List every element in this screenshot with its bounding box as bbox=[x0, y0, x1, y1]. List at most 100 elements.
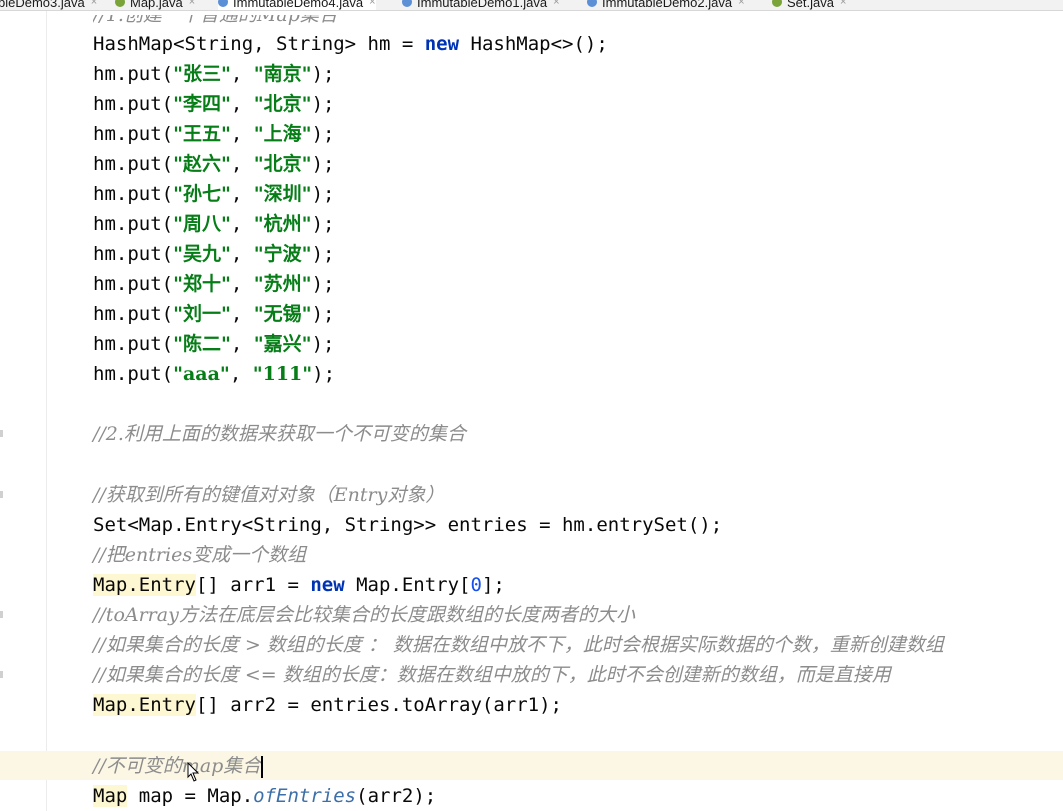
code-token: map = Map. bbox=[127, 785, 254, 807]
java-interface-icon bbox=[115, 0, 125, 7]
code-token: ); bbox=[311, 153, 335, 175]
code-token: hm.put( bbox=[93, 213, 174, 235]
string-literal: "王五" bbox=[173, 123, 231, 145]
string-literal: "北京" bbox=[253, 153, 312, 175]
line-gutter[interactable] bbox=[0, 11, 47, 811]
string-literal: "无锡" bbox=[253, 303, 312, 325]
tab-bledemo3[interactable]: bleDemo3.java × bbox=[0, 0, 97, 10]
keyword-new: new bbox=[424, 33, 460, 55]
java-interface-icon bbox=[772, 0, 782, 7]
java-class-icon bbox=[218, 0, 228, 7]
code-token: , bbox=[230, 153, 254, 175]
java-class-icon bbox=[402, 0, 412, 7]
code-line-put: hm.put("吴九", "宁波"); bbox=[93, 239, 334, 269]
code-comment: //如果集合的长度 <= 数组的长度：数据在数组中放的下，此时不会创建新的数组，… bbox=[93, 664, 891, 686]
code-token: hm.put( bbox=[93, 243, 174, 265]
tab-label: Map.java bbox=[130, 0, 183, 10]
mouse-cursor-icon bbox=[187, 762, 200, 782]
tab-label: Set.java bbox=[787, 0, 834, 10]
string-literal: "张三" bbox=[173, 63, 231, 85]
text-caret bbox=[261, 756, 264, 778]
code-token: , bbox=[230, 63, 254, 85]
fold-marker[interactable] bbox=[0, 430, 3, 437]
close-icon[interactable]: × bbox=[738, 0, 744, 8]
string-literal: "深圳" bbox=[253, 183, 312, 205]
fold-marker[interactable] bbox=[0, 671, 3, 678]
code-line-entries: Set<Map.Entry<String, String>> entries =… bbox=[93, 514, 723, 536]
code-comment: //如果集合的长度 > 数组的长度 ： 数据在数组中放不下，此时会根据实际数据的… bbox=[93, 634, 944, 656]
code-token: ]; bbox=[481, 574, 505, 596]
string-literal: "陈二" bbox=[173, 333, 231, 355]
code-token: (arr2); bbox=[356, 785, 437, 807]
code-line-put: hm.put("孙七", "深圳"); bbox=[93, 179, 334, 209]
code-token: ); bbox=[311, 183, 335, 205]
tab-immutabledemo4[interactable]: ImmutableDemo4.java × bbox=[218, 0, 376, 10]
code-token: hm.put( bbox=[93, 333, 174, 355]
code-token: ); bbox=[311, 123, 335, 145]
string-literal: "宁波" bbox=[253, 243, 312, 265]
code-token: hm.put( bbox=[93, 123, 174, 145]
code-token: HashMap<>(); bbox=[459, 33, 608, 55]
string-literal: "杭州" bbox=[253, 213, 312, 235]
type-token: Map bbox=[93, 785, 128, 807]
code-token: , bbox=[230, 123, 254, 145]
string-literal: "郑十" bbox=[173, 273, 231, 295]
code-token: , bbox=[230, 333, 254, 355]
close-icon[interactable]: × bbox=[189, 0, 195, 8]
close-icon[interactable]: × bbox=[553, 0, 559, 8]
code-token: ); bbox=[311, 333, 335, 355]
string-literal: "李四" bbox=[173, 93, 231, 115]
number-literal: 0 bbox=[470, 574, 482, 596]
close-icon[interactable]: × bbox=[840, 0, 846, 8]
string-literal: "周八" bbox=[173, 213, 231, 235]
code-token: ); bbox=[312, 363, 336, 385]
tab-label: ImmutableDemo1.java bbox=[417, 0, 548, 10]
code-token: , bbox=[229, 363, 253, 385]
type-token: Map.Entry bbox=[93, 694, 196, 716]
code-token: HashMap<String, String> hm = bbox=[93, 33, 425, 55]
code-comment: //不可变的map集合 bbox=[93, 751, 264, 781]
string-literal: "南京" bbox=[253, 63, 312, 85]
code-line-put: hm.put("赵六", "北京"); bbox=[93, 149, 334, 179]
close-icon[interactable]: × bbox=[91, 0, 97, 8]
code-token: ); bbox=[311, 63, 335, 85]
code-token: hm.put( bbox=[93, 153, 174, 175]
code-token: hm.put( bbox=[93, 273, 174, 295]
string-literal: "上海" bbox=[253, 123, 312, 145]
tab-set[interactable]: Set.java × bbox=[772, 0, 846, 10]
tab-immutabledemo1[interactable]: ImmutableDemo1.java × bbox=[402, 0, 560, 10]
string-literal: "aaa" bbox=[173, 363, 230, 385]
code-line-put: hm.put("郑十", "苏州"); bbox=[93, 269, 334, 299]
string-literal: "苏州" bbox=[253, 273, 312, 295]
tab-immutabledemo2[interactable]: ImmutableDemo2.java × bbox=[587, 0, 745, 10]
comment-text: //不可变的map集合 bbox=[93, 755, 262, 777]
code-token: , bbox=[230, 243, 254, 265]
code-token: hm.put( bbox=[93, 363, 174, 385]
code-token: ); bbox=[311, 303, 335, 325]
code-comment: //把entries变成一个数组 bbox=[93, 544, 307, 566]
code-line-put: hm.put("陈二", "嘉兴"); bbox=[93, 329, 334, 359]
close-icon[interactable]: × bbox=[369, 0, 375, 8]
fold-marker[interactable] bbox=[0, 491, 3, 498]
code-comment: //toArray方法在底层会比较集合的长度跟数组的长度两者的大小 bbox=[93, 604, 635, 626]
code-token: , bbox=[230, 273, 254, 295]
string-literal: "赵六" bbox=[173, 153, 231, 175]
code-token: [] arr2 = entries.toArray(arr1); bbox=[195, 694, 562, 716]
code-line-put: hm.put("周八", "杭州"); bbox=[93, 209, 334, 239]
string-literal: "吴九" bbox=[173, 243, 231, 265]
code-line-put: hm.put("刘一", "无锡"); bbox=[93, 299, 334, 329]
code-token: hm.put( bbox=[93, 183, 174, 205]
tab-map[interactable]: Map.java × bbox=[115, 0, 195, 10]
method-token: ofEntries bbox=[253, 785, 357, 807]
string-literal: "刘一" bbox=[173, 303, 231, 325]
java-class-icon bbox=[587, 0, 597, 7]
code-token: ); bbox=[311, 243, 335, 265]
string-literal: "嘉兴" bbox=[253, 333, 312, 355]
code-token: ); bbox=[311, 273, 335, 295]
code-token: hm.put( bbox=[93, 93, 174, 115]
code-token: , bbox=[230, 213, 254, 235]
code-line-map: Map map = Map.ofEntries(arr2); bbox=[93, 781, 436, 811]
code-token: [] arr1 = bbox=[195, 574, 311, 596]
tab-label: ImmutableDemo4.java bbox=[233, 0, 364, 10]
fold-marker[interactable] bbox=[0, 611, 3, 618]
